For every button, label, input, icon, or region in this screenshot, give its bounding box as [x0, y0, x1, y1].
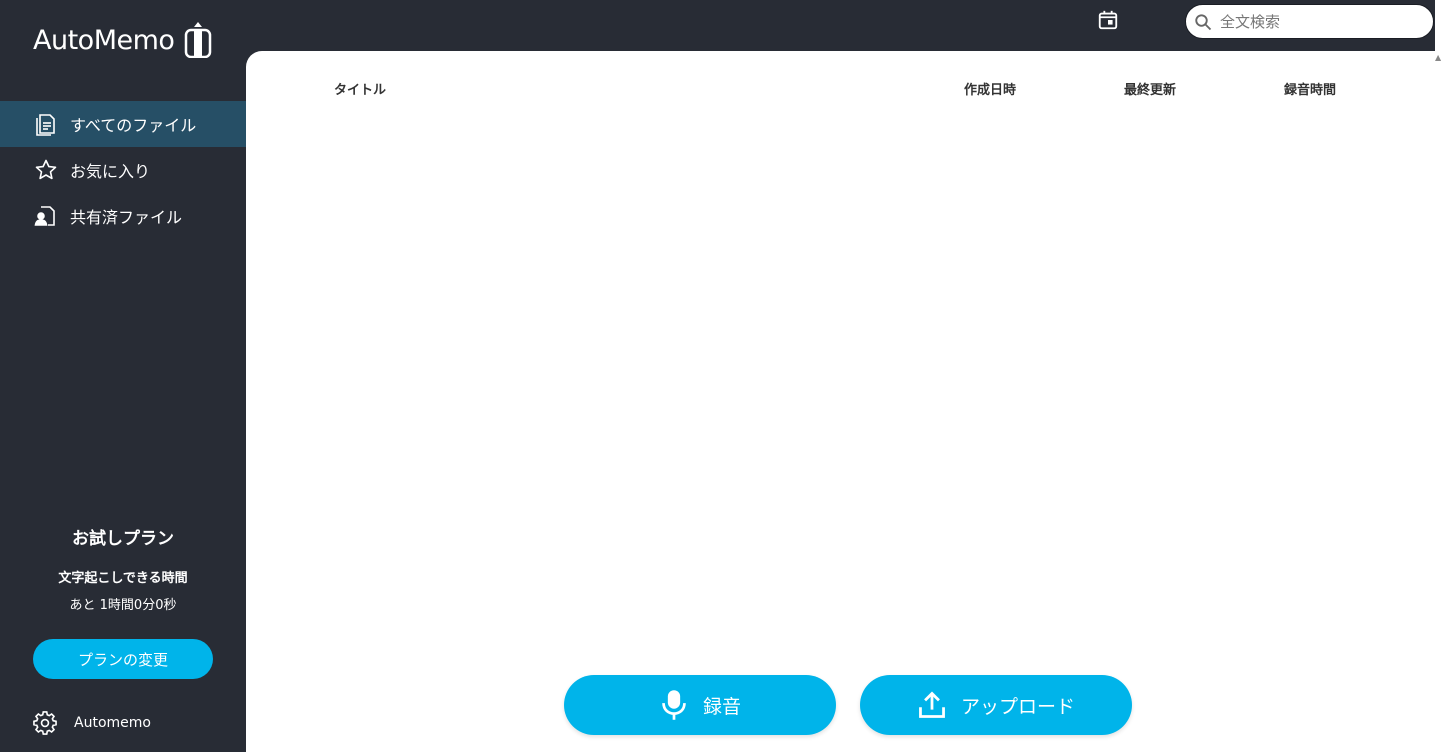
plan-remaining-time: あと 1時間0分0秒	[69, 598, 177, 613]
sidebar-nav: すべてのファイル お気に入り 共有済ファイル	[0, 101, 246, 239]
record-label: 録音	[702, 695, 741, 718]
change-plan-button[interactable]: プランの変更	[33, 639, 213, 679]
logo-text: AutoMemo	[33, 24, 175, 56]
action-buttons: 録音 アップロード	[564, 675, 1156, 735]
sidebar-item-label: お気に入り	[70, 162, 151, 181]
search-input[interactable]	[1218, 11, 1422, 32]
plan-panel: お試しプラン 文字起こしできる時間 あと 1時間0分0秒 プランの変更	[0, 520, 246, 679]
upload-icon	[919, 691, 945, 718]
plan-time-label: 文字起こしできる時間	[58, 571, 188, 586]
app-logo[interactable]: AutoMemo	[33, 22, 212, 58]
gear-icon	[33, 711, 57, 735]
plan-title: お試しプラン	[72, 529, 174, 549]
sidebar-item-shared[interactable]: 共有済ファイル	[0, 193, 246, 239]
microphone-icon	[662, 690, 686, 720]
upload-label: アップロード	[960, 695, 1075, 718]
scroll-up-arrow-icon[interactable]: ▲	[1435, 53, 1441, 63]
shared-file-icon	[34, 204, 58, 228]
document-list-icon	[34, 112, 58, 136]
column-header-duration[interactable]: 録音時間	[1284, 79, 1336, 98]
sidebar-item-favorites[interactable]: お気に入り	[0, 147, 246, 193]
search-box[interactable]	[1185, 4, 1434, 39]
logo-mark-icon	[185, 22, 212, 58]
column-header-created[interactable]: 作成日時	[964, 79, 1016, 98]
file-list-panel: タイトル 作成日時 最終更新 録音時間 録音 アップロード	[246, 51, 1435, 752]
scrollbar[interactable]: ▲	[1435, 0, 1441, 752]
sidebar-item-all-files[interactable]: すべてのファイル	[0, 101, 246, 147]
sidebar-item-label: すべてのファイル	[70, 116, 197, 135]
account-name: Automemo	[74, 715, 151, 731]
star-icon	[34, 158, 58, 182]
record-button[interactable]: 録音	[564, 675, 836, 735]
search-icon	[1195, 13, 1212, 30]
column-header-title[interactable]: タイトル	[334, 79, 386, 98]
table-header: タイトル 作成日時 最終更新 録音時間	[246, 79, 1435, 99]
calendar-icon[interactable]	[1097, 9, 1119, 31]
sidebar: AutoMemo すべてのファイル お気に入り 共有済ファイル お試しプラン 文…	[0, 0, 246, 752]
upload-button[interactable]: アップロード	[860, 675, 1132, 735]
column-header-updated[interactable]: 最終更新	[1124, 79, 1176, 98]
account-settings[interactable]: Automemo	[32, 710, 151, 736]
sidebar-item-label: 共有済ファイル	[70, 208, 183, 227]
